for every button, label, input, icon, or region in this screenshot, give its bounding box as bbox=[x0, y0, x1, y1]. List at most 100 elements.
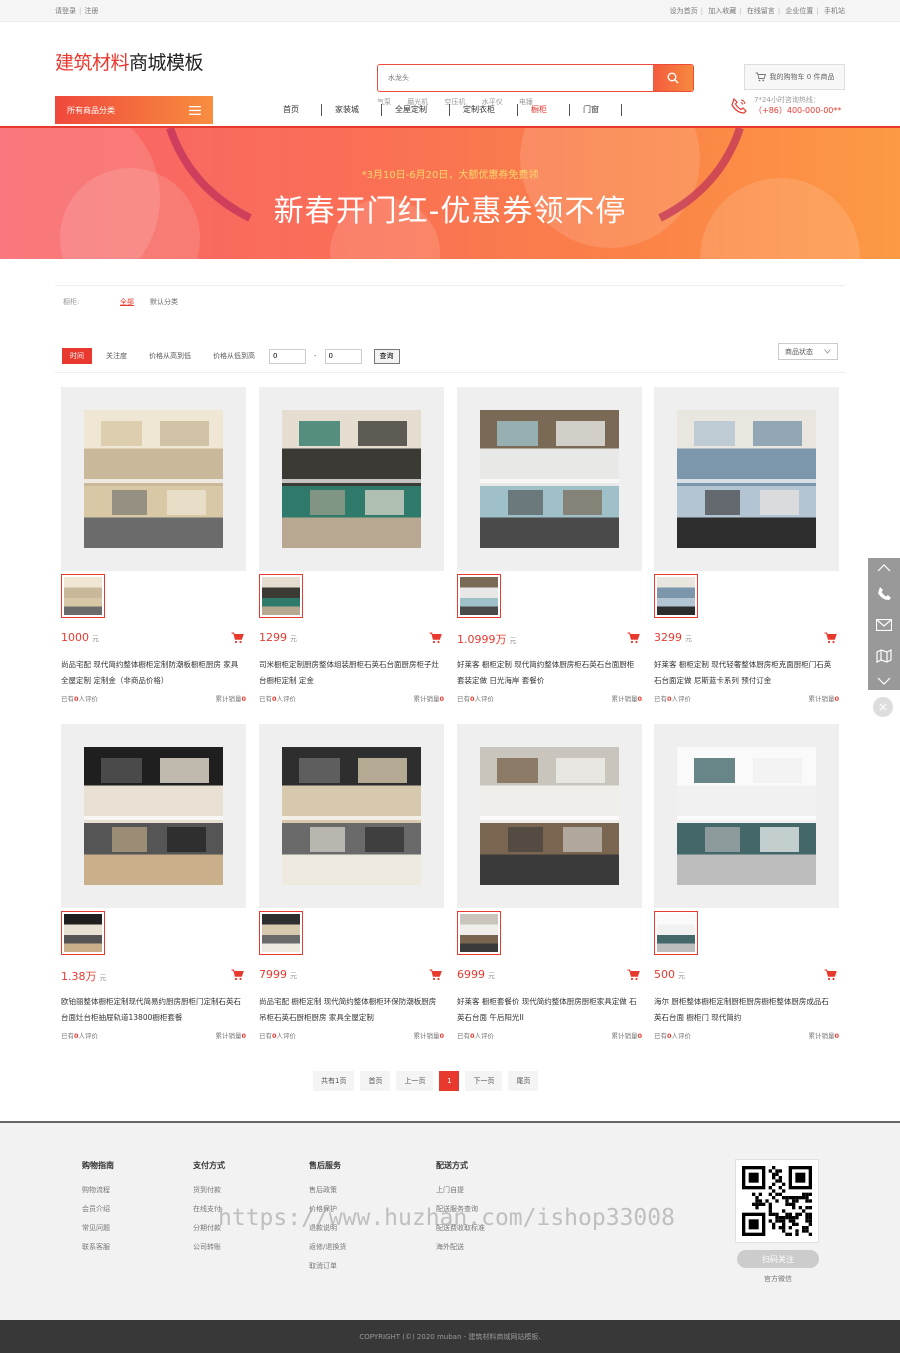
search-button[interactable] bbox=[653, 65, 693, 91]
add-to-cart-button[interactable] bbox=[627, 969, 640, 983]
sort-popularity[interactable]: 关注度 bbox=[98, 348, 135, 364]
product-card[interactable]: 1.0999万元 好莱客 橱柜定制 现代简约整体厨房柜石英石台面厨柜套装定做 日… bbox=[457, 387, 642, 707]
product-image-box[interactable] bbox=[457, 724, 642, 908]
search-input[interactable] bbox=[378, 65, 653, 91]
product-title[interactable]: 尚品宅配 现代简约整体橱柜定制防潮板橱柜厨房 家具全屋定制 定制金（非商品价格） bbox=[61, 657, 243, 689]
footer-link[interactable]: 公司转账 bbox=[193, 1238, 225, 1257]
top-link-message[interactable]: 在线留言 bbox=[747, 7, 775, 15]
nav-item-doors[interactable]: 门窗 bbox=[570, 104, 622, 116]
pager-prev[interactable]: 上一页 bbox=[396, 1071, 434, 1091]
pager-last[interactable]: 尾页 bbox=[508, 1071, 539, 1091]
add-to-cart-button[interactable] bbox=[429, 632, 442, 646]
product-image-box[interactable] bbox=[654, 724, 839, 908]
nav-item-cabinet[interactable]: 橱柜 bbox=[518, 104, 570, 116]
footer-link[interactable]: 上门自提 bbox=[436, 1181, 485, 1200]
map-button[interactable] bbox=[868, 641, 900, 671]
product-card[interactable]: 1.38万元 欧铂丽整体橱柜定制现代简易约厨房厨柜门定制石英石台面灶台柜抽屉轨道… bbox=[61, 724, 246, 1044]
footer-link[interactable]: 购物流程 bbox=[82, 1181, 114, 1200]
product-thumbnail[interactable] bbox=[61, 574, 105, 618]
footer-link[interactable]: 会员介绍 bbox=[82, 1200, 114, 1219]
product-image-box[interactable] bbox=[654, 387, 839, 571]
product-title[interactable]: 海尔 厨柜整体橱柜定制厨柜厨房橱柜整体厨房成品石英石台面 橱柜门 现代简约 bbox=[654, 994, 836, 1026]
cart-button[interactable]: 我的购物车 0 件商品 bbox=[744, 64, 845, 90]
add-to-cart-button[interactable] bbox=[824, 969, 837, 983]
product-thumbnail[interactable] bbox=[61, 911, 105, 955]
product-card[interactable]: 6999 元 好莱客 橱柜套餐价 现代简约整体厨房厨柜家具定做 石英石台面 午后阳… bbox=[457, 724, 642, 1044]
promo-banner[interactable]: *3月10日-6月20日，大额优惠券免费领 新春开门红-优惠券领不停 bbox=[0, 126, 900, 259]
mail-button[interactable] bbox=[868, 608, 900, 641]
product-title[interactable]: 司米橱柜定制厨房整体组装厨柜石英石台面厨房柜子灶台橱柜定制 定金 bbox=[259, 657, 441, 689]
product-thumbnail[interactable] bbox=[259, 574, 303, 618]
footer-link[interactable]: 联系客服 bbox=[82, 1238, 114, 1257]
price-min-input[interactable] bbox=[269, 348, 306, 364]
nav-item-home[interactable]: 首页 bbox=[270, 104, 322, 116]
product-title[interactable]: 好莱客 橱柜定制 现代轻奢整体厨房柜克面厨柜门石英石台面定做 尼斯蓝卡系列 预付… bbox=[654, 657, 836, 689]
phone-button[interactable] bbox=[868, 578, 900, 608]
footer-link[interactable]: 返修/退换货 bbox=[309, 1238, 346, 1257]
product-image[interactable] bbox=[282, 410, 421, 548]
filter-option-all[interactable]: 全部 bbox=[120, 297, 134, 307]
product-thumbnail[interactable] bbox=[654, 574, 698, 618]
product-card[interactable]: 1299 元 司米橱柜定制厨房整体组装厨柜石英石台面厨房柜子灶台橱柜定制 定金 已… bbox=[259, 387, 444, 707]
nav-item-home-decor[interactable]: 家装城 bbox=[322, 104, 382, 116]
footer-link[interactable]: 海外配送 bbox=[436, 1238, 485, 1257]
product-image[interactable] bbox=[282, 747, 421, 885]
product-title[interactable]: 好莱客 橱柜定制 现代简约整体厨房柜石英石台面厨柜套装定做 日光海岸 套餐价 bbox=[457, 657, 639, 689]
product-image[interactable] bbox=[84, 747, 223, 885]
product-thumbnail[interactable] bbox=[654, 911, 698, 955]
product-thumbnail[interactable] bbox=[259, 911, 303, 955]
product-image-box[interactable] bbox=[259, 724, 444, 908]
product-image-box[interactable] bbox=[61, 724, 246, 908]
product-card[interactable]: 1000 元 尚品宅配 现代简约整体橱柜定制防潮板橱柜厨房 家具全屋定制 定制金（… bbox=[61, 387, 246, 707]
top-link-favorite[interactable]: 加入收藏 bbox=[708, 7, 736, 15]
add-to-cart-button[interactable] bbox=[429, 969, 442, 983]
product-image[interactable] bbox=[677, 747, 816, 885]
product-image-box[interactable] bbox=[457, 387, 642, 571]
top-link-location[interactable]: 企业位置 bbox=[785, 7, 813, 15]
product-card[interactable]: 7999 元 尚品宅配 橱柜定制 现代简约整体橱柜环保防潮板厨房吊柜石英石厨柜厨房… bbox=[259, 724, 444, 1044]
close-icon[interactable]: × bbox=[873, 697, 893, 717]
add-to-cart-button[interactable] bbox=[231, 969, 244, 983]
footer-link[interactable]: 售后政策 bbox=[309, 1181, 346, 1200]
product-title[interactable]: 欧铂丽整体橱柜定制现代简易约厨房厨柜门定制石英石台面灶台柜抽屉轨道13800橱柜… bbox=[61, 994, 243, 1026]
pager-current[interactable]: 1 bbox=[439, 1071, 460, 1091]
product-image-box[interactable] bbox=[61, 387, 246, 571]
product-thumbnail[interactable] bbox=[457, 911, 501, 955]
product-image[interactable] bbox=[84, 410, 223, 548]
product-image[interactable] bbox=[480, 747, 619, 885]
scroll-down-button[interactable] bbox=[868, 671, 900, 690]
add-to-cart-button[interactable] bbox=[824, 632, 837, 646]
product-image[interactable] bbox=[480, 410, 619, 548]
top-link-home[interactable]: 设为首页 bbox=[670, 7, 698, 15]
product-card[interactable]: 500 元 海尔 厨柜整体橱柜定制厨柜厨房橱柜整体厨房成品石英石台面 橱柜门 现代… bbox=[654, 724, 839, 1044]
product-title[interactable]: 好莱客 橱柜套餐价 现代简约整体厨房厨柜家具定做 石英石台面 午后阳光II bbox=[457, 994, 639, 1026]
footer-link[interactable]: 常见问题 bbox=[82, 1219, 114, 1238]
sort-price-desc[interactable]: 价格从高到低 bbox=[141, 348, 199, 364]
nav-item-whole-house[interactable]: 全屋定制 bbox=[382, 104, 450, 116]
product-title[interactable]: 尚品宅配 橱柜定制 现代简约整体橱柜环保防潮板厨房吊柜石英石厨柜厨房 家具全屋定… bbox=[259, 994, 441, 1026]
product-thumbnail[interactable] bbox=[457, 574, 501, 618]
query-button[interactable]: 查询 bbox=[373, 348, 400, 364]
product-card[interactable]: 3299 元 好莱客 橱柜定制 现代轻奢整体厨房柜克面厨柜门石英石台面定做 尼斯蓝… bbox=[654, 387, 839, 707]
all-categories-button[interactable]: 所有商品分类 bbox=[55, 96, 213, 124]
pager-first[interactable]: 首页 bbox=[360, 1071, 391, 1091]
filter-option-default[interactable]: 默认分类 bbox=[150, 297, 178, 307]
sort-time[interactable]: 时间 bbox=[62, 348, 92, 364]
register-link[interactable]: 注册 bbox=[84, 7, 98, 15]
product-image-box[interactable] bbox=[259, 387, 444, 571]
product-image[interactable] bbox=[677, 410, 816, 548]
sort-price-asc[interactable]: 价格从低到高 bbox=[205, 348, 263, 364]
product-status-select[interactable]: 商品状态 bbox=[778, 343, 838, 360]
scroll-up-button[interactable] bbox=[868, 558, 900, 578]
follow-button[interactable]: 扫码关注 bbox=[737, 1250, 819, 1268]
price-max-input[interactable] bbox=[324, 348, 362, 364]
add-to-cart-button[interactable] bbox=[231, 632, 244, 646]
add-to-cart-button[interactable] bbox=[627, 632, 640, 646]
logo[interactable]: 建筑材料商城模板 bbox=[55, 48, 204, 75]
pager-next[interactable]: 下一页 bbox=[465, 1071, 503, 1091]
nav-item-wardrobe[interactable]: 定制衣柜 bbox=[450, 104, 518, 116]
footer-link[interactable]: 货到付款 bbox=[193, 1181, 225, 1200]
footer-link[interactable]: 取消订单 bbox=[309, 1257, 346, 1276]
top-link-mobile[interactable]: 手机站 bbox=[824, 7, 845, 15]
login-link[interactable]: 请登录 bbox=[55, 7, 76, 15]
